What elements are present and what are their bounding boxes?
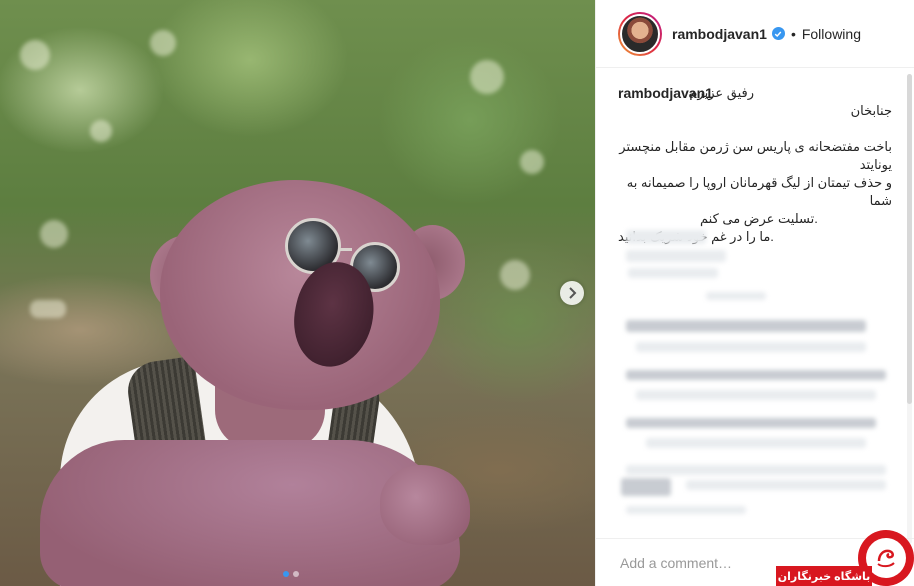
scrollbar-thumb[interactable] [907, 74, 912, 404]
chevron-right-icon [569, 287, 577, 299]
post-header: rambodjavan1 • Following [596, 0, 914, 68]
caption-line-2: جنابخان [850, 103, 892, 118]
verified-badge-icon [771, 27, 785, 40]
carousel-indicator [283, 571, 299, 577]
following-button[interactable]: Following [802, 26, 861, 42]
header-separator: • [790, 25, 796, 42]
avatar[interactable] [618, 11, 662, 56]
comments-list-blurred [606, 220, 906, 530]
caption-body-line: و حذف تیمتان از لیگ قهرمانان اروپا را صم… [626, 175, 892, 208]
carousel-dot-1[interactable] [283, 571, 289, 577]
header-username[interactable]: rambodjavan1 [672, 26, 767, 42]
caption-body-line: باخت مفتضحانه ی پاریس سن ژرمن مقابل منچس… [619, 139, 892, 172]
post-image[interactable] [0, 0, 595, 586]
carousel-dot-2[interactable] [293, 571, 299, 577]
post-side-panel: rambodjavan1 • Following rambodjavan1 رف… [595, 0, 914, 586]
puppet-figure [0, 0, 595, 586]
carousel-next-button[interactable] [560, 281, 584, 305]
watermark-label: باشگاه خبرنگاران [776, 566, 872, 586]
scrollbar[interactable] [907, 74, 912, 544]
